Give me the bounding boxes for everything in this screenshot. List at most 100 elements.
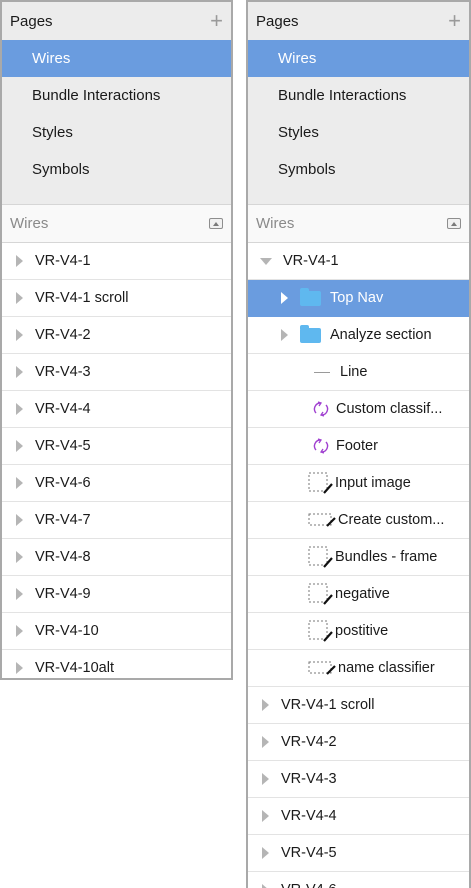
layer-label: VR-V4-3 [35, 364, 91, 380]
disclosure-closed-icon[interactable] [262, 847, 269, 859]
collapse-layers-icon[interactable] [447, 218, 461, 229]
add-page-icon[interactable]: + [448, 10, 461, 32]
page-item-bundle-interactions[interactable]: Bundle Interactions [248, 77, 469, 114]
artboard-row[interactable]: VR-V4-4 [248, 798, 469, 835]
artboard-row[interactable]: VR-V4-1 scroll [248, 687, 469, 724]
artboard-row[interactable]: VR-V4-3 [2, 354, 231, 391]
layers-header: Wires [248, 204, 469, 243]
child-layer-row[interactable]: Footer [248, 428, 469, 465]
artboard-row[interactable]: VR-V4-2 [2, 317, 231, 354]
child-layer-row[interactable]: postitive [248, 613, 469, 650]
artboard-row[interactable]: VR-V4-1 scroll [2, 280, 231, 317]
disclosure-closed-icon[interactable] [262, 699, 269, 711]
child-layer-row[interactable]: Custom classif... [248, 391, 469, 428]
layer-label: VR-V4-1 scroll [281, 697, 375, 713]
artboard-row[interactable]: VR-V4-10 [2, 613, 231, 650]
line-icon [314, 371, 330, 373]
artboard-row-expanded[interactable]: VR-V4-1 [248, 243, 469, 280]
symbol-icon [313, 401, 329, 417]
disclosure-closed-icon[interactable] [281, 292, 288, 304]
artboard-row[interactable]: VR-V4-6 [248, 872, 469, 888]
artboard-wide-icon [308, 661, 336, 675]
artboard-row[interactable]: VR-V4-7 [2, 502, 231, 539]
child-layer-row[interactable]: Analyze section [248, 317, 469, 354]
child-layer-row[interactable]: Line [248, 354, 469, 391]
layer-label: VR-V4-9 [35, 586, 91, 602]
disclosure-closed-icon[interactable] [16, 662, 23, 674]
layer-label: Create custom... [338, 512, 445, 528]
layers-title: Wires [256, 215, 295, 232]
layer-list: VR-V4-1 VR-V4-1 scroll VR-V4-2 VR-V4-3 VR-V4… [2, 243, 231, 678]
artboard-row[interactable]: VR-V4-3 [248, 761, 469, 798]
artboard-row[interactable]: VR-V4-5 [248, 835, 469, 872]
symbol-icon [313, 438, 329, 454]
child-layer-row[interactable]: negative [248, 576, 469, 613]
layer-label: Analyze section [330, 327, 432, 343]
artboard-row[interactable]: VR-V4-5 [2, 428, 231, 465]
left-layers-panel: Pages + Wires Bundle Interactions Styles… [0, 0, 233, 680]
child-layer-row[interactable]: name classifier [248, 650, 469, 687]
artboard-row[interactable]: VR-V4-10alt [2, 650, 231, 678]
child-layer-list: Top Nav Analyze section Line Custom classif… [248, 280, 469, 687]
artboard-row[interactable]: VR-V4-6 [2, 465, 231, 502]
disclosure-closed-icon[interactable] [16, 588, 23, 600]
page-item-styles[interactable]: Styles [248, 114, 469, 151]
layers-title: Wires [10, 215, 49, 232]
disclosure-open-icon[interactable] [260, 257, 272, 265]
artboard-row[interactable]: VR-V4-8 [2, 539, 231, 576]
disclosure-closed-icon[interactable] [262, 884, 269, 888]
disclosure-closed-icon[interactable] [16, 292, 23, 304]
pages-divider [248, 188, 469, 204]
disclosure-closed-icon[interactable] [262, 810, 269, 822]
layer-label: VR-V4-10 [35, 623, 99, 639]
layer-label: VR-V4-3 [281, 771, 337, 787]
layer-label: negative [335, 586, 390, 602]
disclosure-closed-icon[interactable] [16, 551, 23, 563]
disclosure-closed-icon[interactable] [16, 366, 23, 378]
child-layer-row[interactable]: Create custom... [248, 502, 469, 539]
artboard-row[interactable]: VR-V4-4 [2, 391, 231, 428]
disclosure-closed-icon[interactable] [16, 625, 23, 637]
artboard-icon [308, 472, 333, 494]
page-item-symbols[interactable]: Symbols [248, 151, 469, 188]
disclosure-closed-icon[interactable] [262, 736, 269, 748]
layer-label: VR-V4-10alt [35, 660, 114, 676]
layer-label: VR-V4-5 [35, 438, 91, 454]
disclosure-closed-icon[interactable] [16, 255, 23, 267]
disclosure-closed-icon[interactable] [262, 773, 269, 785]
pages-title: Pages [256, 12, 299, 30]
child-layer-row[interactable]: Top Nav [248, 280, 469, 317]
pages-divider [2, 188, 231, 204]
layer-label: name classifier [338, 660, 435, 676]
disclosure-closed-icon[interactable] [281, 329, 288, 341]
artboard-row[interactable]: VR-V4-2 [248, 724, 469, 761]
layer-label: Input image [335, 475, 411, 491]
folder-icon [300, 324, 321, 343]
artboard-label: VR-V4-1 [283, 253, 339, 269]
layer-label: Custom classif... [336, 401, 443, 417]
add-page-icon[interactable]: + [210, 10, 223, 32]
disclosure-closed-icon[interactable] [16, 440, 23, 452]
disclosure-closed-icon[interactable] [16, 403, 23, 415]
page-item-wires[interactable]: Wires [2, 40, 231, 77]
layer-label: postitive [335, 623, 389, 639]
disclosure-closed-icon[interactable] [16, 477, 23, 489]
artboard-row[interactable]: VR-V4-9 [2, 576, 231, 613]
disclosure-closed-icon[interactable] [16, 329, 23, 341]
page-item-symbols[interactable]: Symbols [2, 151, 231, 188]
layer-label: VR-V4-1 scroll [35, 290, 129, 306]
layers-header: Wires [2, 204, 231, 243]
pages-title: Pages [10, 12, 53, 30]
disclosure-closed-icon[interactable] [16, 514, 23, 526]
child-layer-row[interactable]: Bundles - frame [248, 539, 469, 576]
collapse-layers-icon[interactable] [209, 218, 223, 229]
layer-label: VR-V4-2 [35, 327, 91, 343]
artboard-row[interactable]: VR-V4-1 [2, 243, 231, 280]
layer-label: VR-V4-5 [281, 845, 337, 861]
child-layer-row[interactable]: Input image [248, 465, 469, 502]
page-item-bundle-interactions[interactable]: Bundle Interactions [2, 77, 231, 114]
page-item-wires[interactable]: Wires [248, 40, 469, 77]
page-item-styles[interactable]: Styles [2, 114, 231, 151]
artboard-icon [308, 583, 333, 605]
layer-label: VR-V4-7 [35, 512, 91, 528]
